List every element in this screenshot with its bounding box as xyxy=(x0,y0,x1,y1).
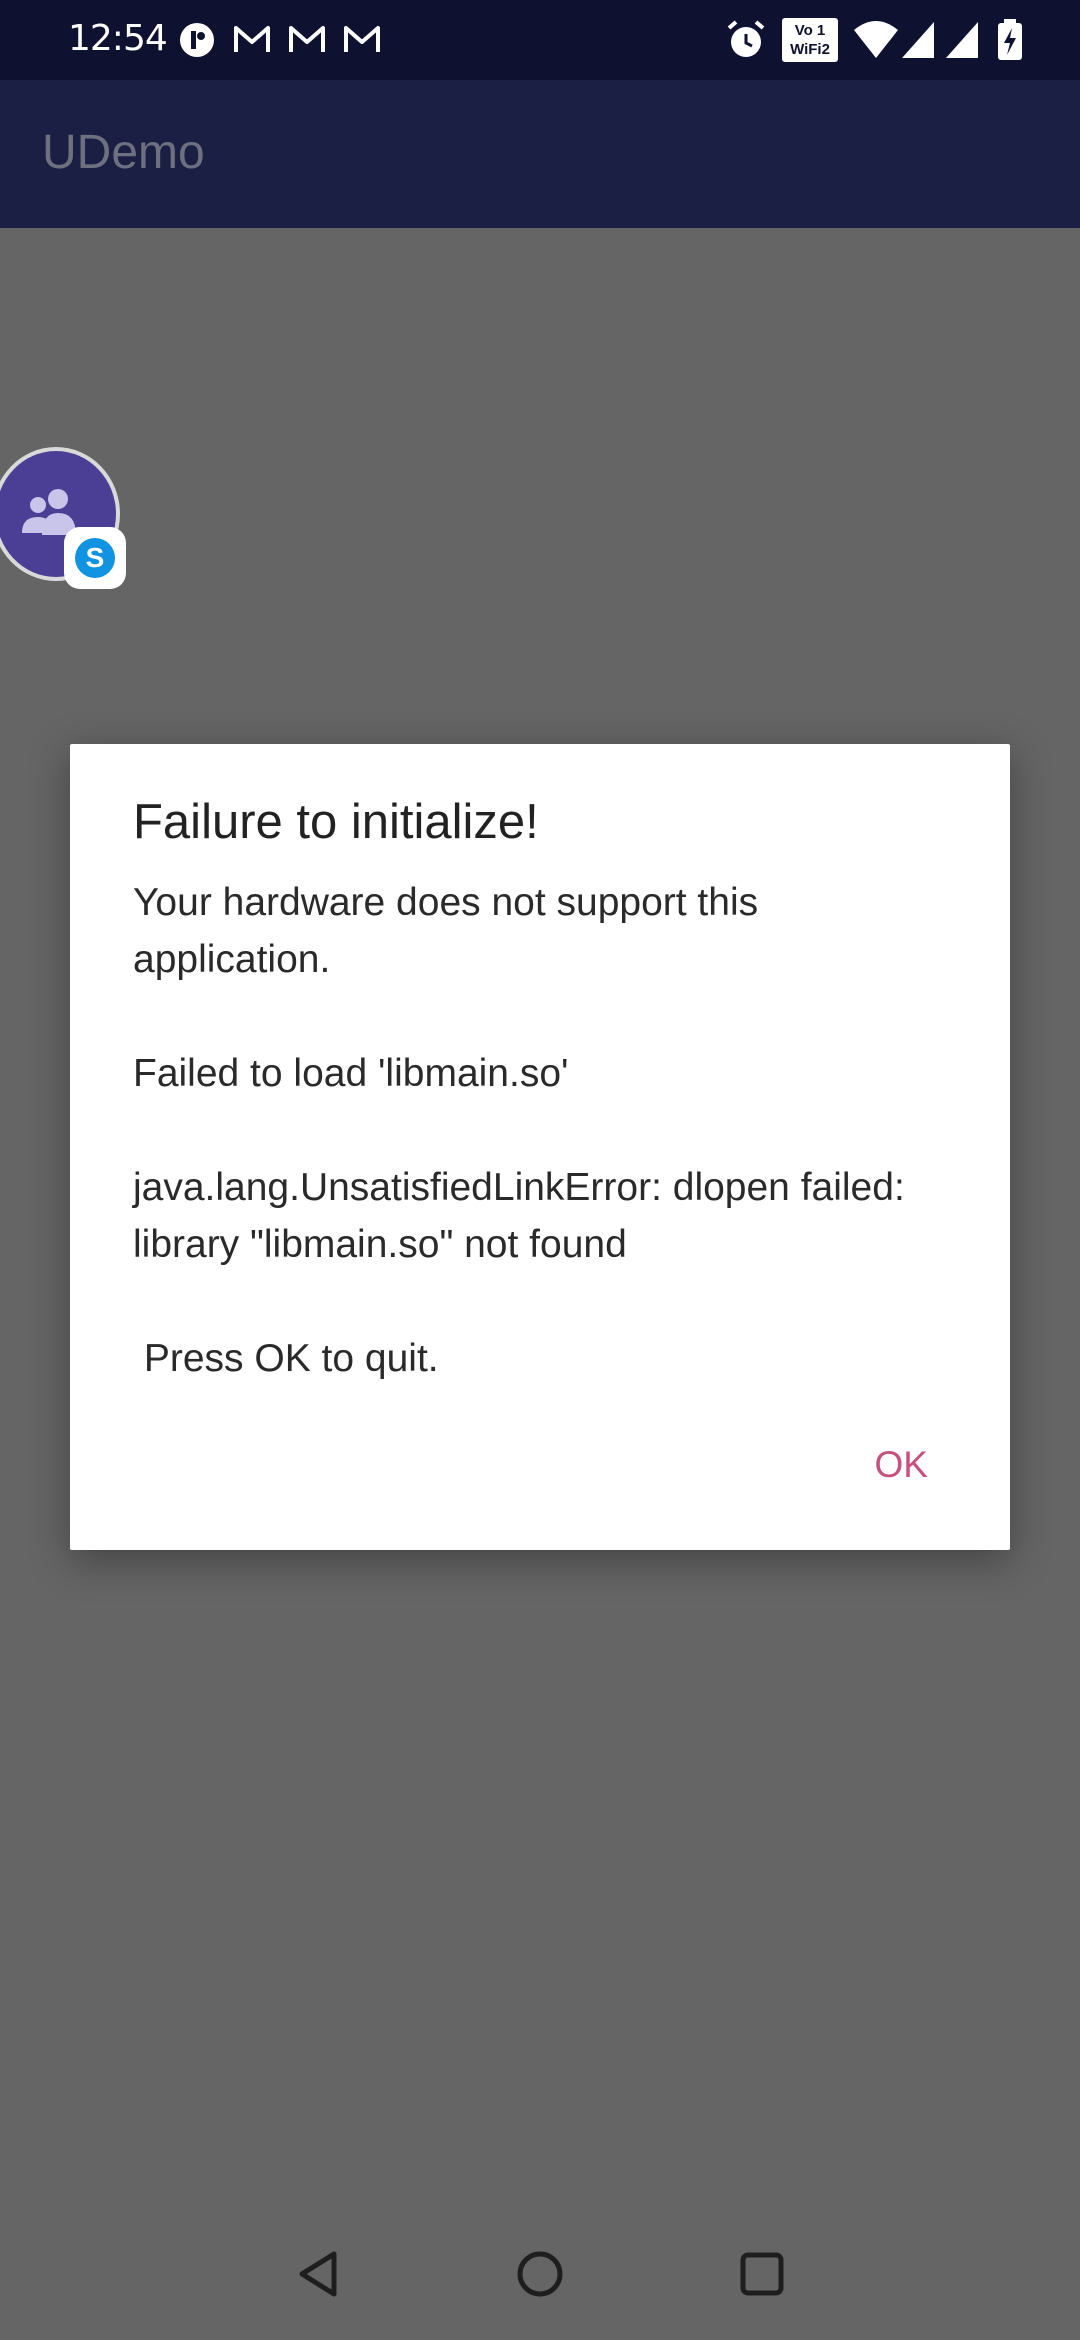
recents-icon[interactable] xyxy=(732,2244,792,2304)
status-time: 12:54 xyxy=(68,18,168,59)
alarm-icon xyxy=(727,20,765,57)
home-icon[interactable] xyxy=(510,2244,570,2304)
dialog-message: Your hardware does not support this appl… xyxy=(133,874,963,1444)
signal-icon xyxy=(946,22,978,58)
notification-dot-icon xyxy=(180,23,214,57)
skype-badge: S xyxy=(64,527,126,589)
status-bar: 12:54 Vo 1 WiFi2 xyxy=(0,0,1080,80)
vowifi-label: WiFi2 xyxy=(790,41,830,58)
skype-icon: S xyxy=(75,538,115,578)
chat-head-bubble[interactable]: S xyxy=(0,447,126,589)
message-paragraph: Your hardware does not support this appl… xyxy=(133,881,759,981)
vowifi-icon: Vo 1 WiFi2 xyxy=(782,18,838,62)
ok-button[interactable]: OK xyxy=(875,1444,928,1486)
battery-charging-icon xyxy=(998,19,1022,60)
message-paragraph: java.lang.UnsatisfiedLinkError: dlopen f… xyxy=(133,1166,905,1266)
app-bar: UDemo xyxy=(0,80,1080,228)
gmail-icon xyxy=(344,26,380,52)
signal-icon xyxy=(902,22,934,58)
screen: 12:54 Vo 1 WiFi2 UDemo S Failure to init… xyxy=(0,0,1080,2340)
message-paragraph: Failed to load 'libmain.so' xyxy=(133,1052,569,1095)
back-icon[interactable] xyxy=(290,2244,350,2304)
gmail-icon xyxy=(234,26,270,52)
app-title: UDemo xyxy=(42,126,205,179)
dialog-title: Failure to initialize! xyxy=(133,795,539,849)
wifi-icon xyxy=(854,21,898,58)
message-paragraph: Press OK to quit. xyxy=(133,1337,439,1380)
gmail-icon xyxy=(289,26,325,52)
error-dialog: Failure to initialize! Your hardware doe… xyxy=(70,744,1010,1550)
